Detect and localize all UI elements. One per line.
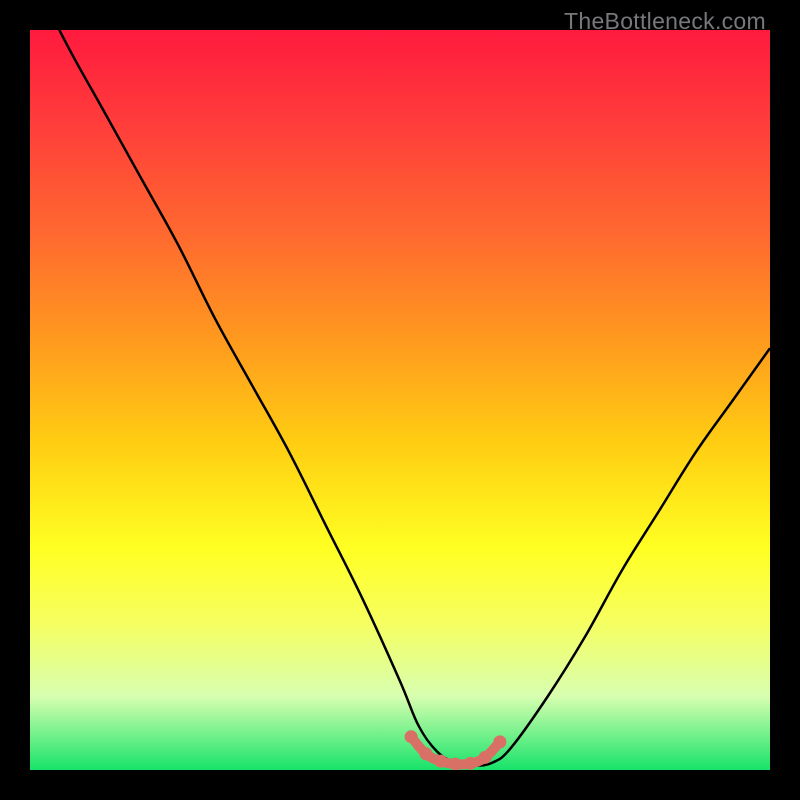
marker-dot (449, 758, 462, 770)
bottleneck-curve (30, 30, 770, 766)
marker-dot (493, 735, 506, 748)
chart-svg (30, 30, 770, 770)
chart-frame: TheBottleneck.com (0, 0, 800, 800)
marker-dot (405, 730, 418, 743)
marker-dot (479, 751, 492, 764)
plot-area (30, 30, 770, 770)
marker-dot (434, 755, 447, 768)
marker-dot (464, 757, 477, 770)
marker-dot (419, 747, 432, 760)
